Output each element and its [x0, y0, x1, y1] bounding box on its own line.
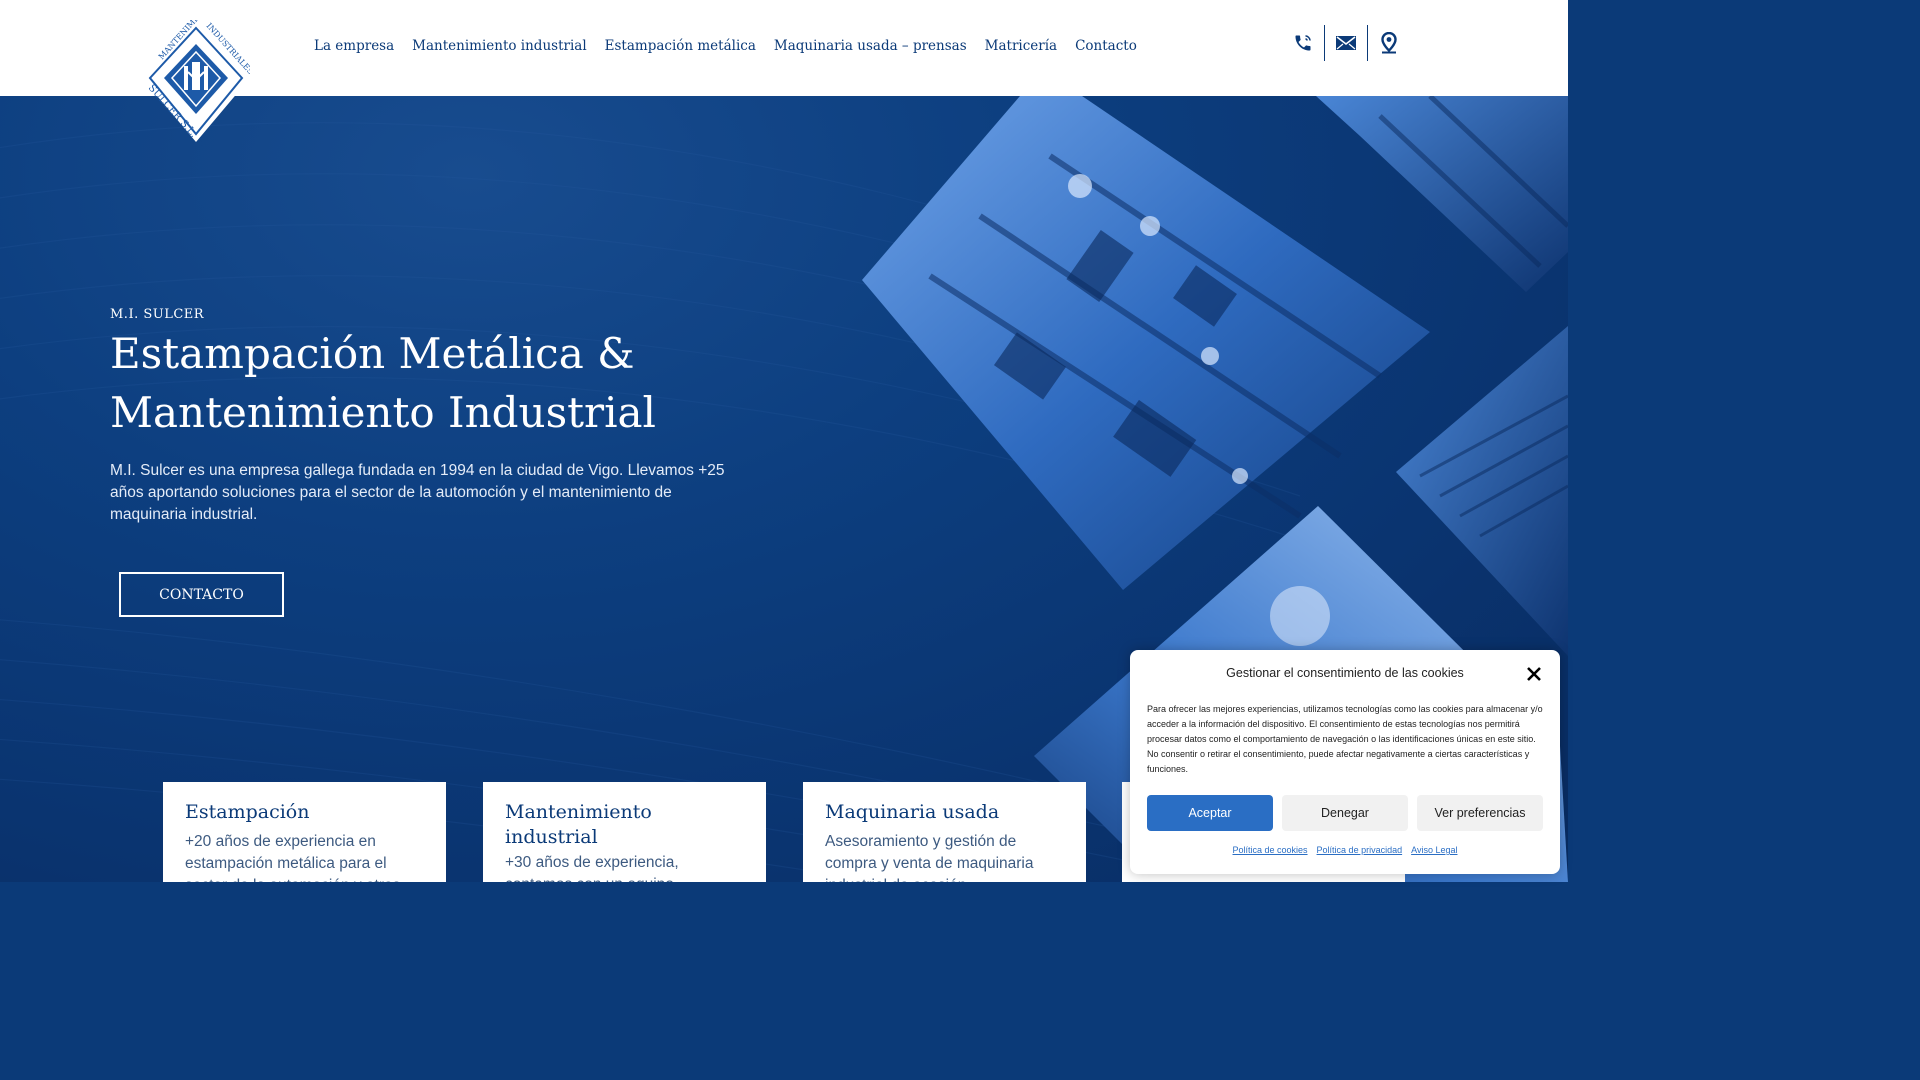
card-title: Mantenimiento industrial [505, 801, 652, 848]
icon-divider [1367, 25, 1368, 61]
nav-item-maquinaria-usada[interactable]: Maquinaria usada – prensas [774, 38, 967, 54]
service-card-mantenimiento[interactable]: Mantenimiento industrial +30 años de exp… [483, 782, 766, 882]
cookie-title: Gestionar el consentimiento de las cooki… [1226, 666, 1464, 680]
card-text: +20 años de experiencia en estampación m… [185, 833, 400, 882]
legal-notice-link[interactable]: Aviso Legal [1411, 845, 1457, 855]
hero-title-line1: Estampación Metálica & [110, 329, 635, 378]
cookie-policy-link[interactable]: Política de cookies [1233, 845, 1308, 855]
cookie-links: Política de cookies Política de privacid… [1130, 845, 1560, 855]
mail-icon[interactable] [1327, 24, 1365, 62]
hero-eyebrow: M.I. SULCER [110, 307, 205, 322]
icon-divider [1324, 25, 1325, 61]
card-text: +30 años de experiencia, contamos con un… [505, 854, 679, 882]
accept-button[interactable]: Aceptar [1147, 795, 1273, 831]
nav-item-estampacion-metalica[interactable]: Estampación metálica [605, 38, 756, 54]
nav-item-la-empresa[interactable]: La empresa [314, 38, 394, 54]
hero-description: M.I. Sulcer es una empresa gallega funda… [110, 462, 725, 523]
hero-title-line2: Mantenimiento Industrial [110, 388, 656, 437]
card-title: Estampación [185, 801, 310, 823]
nav-item-mantenimiento-industrial[interactable]: Mantenimiento industrial [412, 38, 586, 54]
privacy-policy-link[interactable]: Política de privacidad [1317, 845, 1403, 855]
main-nav: La empresa Mantenimiento industrial Esta… [314, 38, 1155, 54]
card-text: Asesoramiento y gestión de compra y vent… [825, 833, 1034, 882]
nav-item-matriceria[interactable]: Matricería [985, 38, 1057, 54]
deny-button[interactable]: Denegar [1282, 795, 1408, 831]
close-icon[interactable] [1524, 664, 1544, 684]
phone-icon[interactable] [1284, 24, 1322, 62]
site-logo[interactable]: MANTENIMIENTOS INDUSTRIALES SULCER S.L. [142, 0, 255, 142]
cookie-text: Para ofrecer las mejores experiencias, u… [1147, 704, 1543, 774]
nav-item-contacto[interactable]: Contacto [1075, 38, 1137, 54]
location-pin-icon[interactable] [1370, 24, 1408, 62]
cookie-consent-dialog: Gestionar el consentimiento de las cooki… [1130, 650, 1560, 874]
contact-button[interactable]: CONTACTO [119, 572, 284, 617]
service-card-estampacion[interactable]: Estampación +20 años de experiencia en e… [163, 782, 446, 882]
service-card-maquinaria[interactable]: Maquinaria usada Asesoramiento y gestión… [803, 782, 1086, 882]
preferences-button[interactable]: Ver preferencias [1417, 795, 1543, 831]
hero-title: Estampación Metálica & Mantenimiento Ind… [110, 324, 830, 442]
card-title: Maquinaria usada [825, 801, 1000, 823]
header-contact-icons [1284, 24, 1408, 62]
